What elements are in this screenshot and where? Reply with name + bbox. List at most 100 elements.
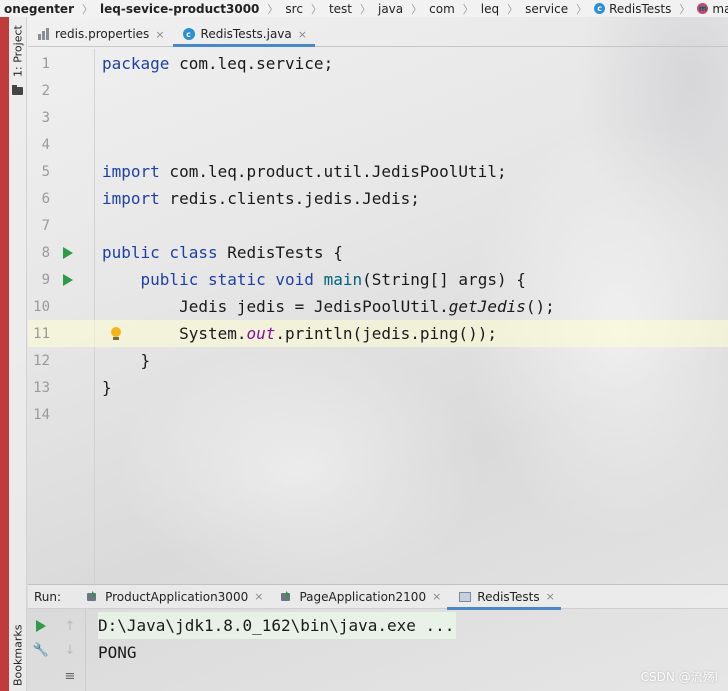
breadcrumb-item[interactable]: test	[325, 2, 354, 16]
console-line: PONG	[98, 643, 137, 662]
breadcrumb-label: leq-sevice-product3000	[100, 1, 260, 16]
breadcrumb-item[interactable]: onegenter	[0, 2, 76, 16]
folder-icon	[12, 85, 23, 95]
breadcrumb-label: src	[285, 1, 303, 16]
breadcrumb-separator: 〉	[462, 2, 474, 16]
breadcrumb-item[interactable]: service	[521, 2, 570, 16]
code-text: package com.leq.service;	[102, 54, 333, 73]
wrench-icon: 🔧	[32, 642, 50, 658]
scroll-down-button[interactable]: ↓	[61, 641, 79, 659]
line-number: 3	[41, 109, 50, 126]
code-line: 7	[28, 212, 728, 239]
line-number: 1	[41, 55, 50, 72]
breadcrumb-separator: 〉	[310, 2, 322, 16]
code-text: }	[102, 351, 151, 370]
breadcrumb-label: RedisTests	[609, 1, 672, 16]
code-token: com.leq.service;	[169, 54, 334, 73]
run-tab[interactable]: ProductApplication3000 ×	[75, 585, 269, 609]
code-text: public class RedisTests {	[102, 243, 343, 262]
code-text: }	[102, 378, 112, 397]
breadcrumb-item[interactable]: c RedisTests	[590, 2, 673, 16]
line-number: 5	[41, 163, 50, 180]
soft-wrap-button[interactable]: ≡	[61, 667, 79, 685]
line-number: 7	[41, 217, 50, 234]
run-tab-label: ProductApplication3000	[105, 589, 249, 604]
code-token: .println(jedis.ping());	[275, 324, 497, 343]
breadcrumb-item[interactable]: leq-sevice-product3000	[96, 2, 261, 16]
settings-button[interactable]: 🔧	[32, 641, 50, 659]
run-tab[interactable]: PageApplication2100 ×	[269, 585, 447, 609]
breadcrumb-item[interactable]: src	[281, 2, 305, 16]
line-number: 14	[33, 406, 50, 423]
code-text: System.out.println(jedis.ping());	[102, 324, 497, 343]
arrow-up-icon: ↑	[64, 618, 76, 634]
breadcrumb-label: leq	[480, 1, 500, 16]
properties-file-icon	[38, 28, 50, 40]
line-number: 10	[33, 298, 50, 315]
code-line: 4	[28, 131, 728, 158]
close-icon[interactable]: ×	[155, 28, 164, 41]
code-token: main	[323, 270, 363, 289]
code-text: public static void main(String[] args) {	[102, 270, 526, 289]
breadcrumb-label: test	[328, 1, 352, 16]
close-icon[interactable]: ×	[546, 590, 555, 603]
code-text: import com.leq.product.util.JedisPoolUti…	[102, 162, 507, 181]
code-text: import redis.clients.jedis.Jedis;	[102, 189, 420, 208]
java-class-icon: c	[182, 28, 195, 40]
close-icon[interactable]: ×	[254, 590, 263, 603]
line-number: 4	[41, 136, 50, 153]
run-icon[interactable]	[63, 273, 73, 286]
app-run-icon	[281, 591, 293, 602]
breadcrumb-label: java	[377, 1, 404, 16]
breadcrumb-separator: 〉	[679, 2, 691, 16]
line-number: 2	[41, 82, 50, 99]
code-token: import	[102, 162, 160, 181]
code-token: getJedis	[448, 297, 526, 316]
code-line: 9 public static void main(String[] args)…	[28, 266, 728, 293]
breadcrumb-item[interactable]: mmain	[693, 2, 728, 16]
breadcrumb-item[interactable]: leq	[477, 2, 501, 16]
breadcrumb-item[interactable]: java	[374, 2, 405, 16]
code-line: 12 }	[28, 347, 728, 374]
editor-tab[interactable]: redis.properties ×	[28, 22, 173, 46]
code-editor[interactable]: 1 package com.leq.service; 2 3 4 5 import com.…	[28, 49, 728, 584]
console-output[interactable]: D:\Java\jdk1.8.0_162\bin\java.exe ... PON…	[98, 612, 457, 666]
run-label: Run:	[34, 589, 62, 604]
close-icon[interactable]: ×	[432, 590, 441, 603]
line-number: 9	[41, 271, 50, 288]
code-token: (String[] args) {	[362, 270, 526, 289]
breadcrumb-item[interactable]: com	[425, 2, 457, 16]
code-token: package	[102, 54, 170, 73]
run-icon[interactable]	[63, 246, 73, 259]
scroll-up-button[interactable]: ↑	[61, 617, 79, 635]
project-tool-button[interactable]: 1: Project	[9, 23, 27, 79]
rerun-button[interactable]	[32, 617, 50, 635]
code-line: 6 import redis.clients.jedis.Jedis;	[28, 185, 728, 212]
editor-tabs: redis.properties × c RedisTests.java ×	[28, 22, 728, 47]
code-token: out	[246, 324, 276, 343]
code-text: Jedis jedis = JedisPoolUtil.getJedis();	[102, 297, 555, 316]
close-icon[interactable]: ×	[298, 28, 307, 41]
play-icon	[36, 620, 46, 632]
bookmarks-tool-button[interactable]: Bookmarks	[9, 620, 27, 690]
code-line: 1 package com.leq.service;	[28, 50, 728, 77]
run-tabs: Run: ProductApplication3000 × PageApplicat…	[28, 584, 728, 610]
code-token: RedisTests {	[217, 243, 343, 262]
line-number: 11	[33, 325, 50, 342]
tool-window-strip: 1: Project	[9, 17, 27, 691]
code-token: System.	[102, 324, 247, 343]
breadcrumb-label: onegenter	[4, 1, 74, 16]
code-line: 10 Jedis jedis = JedisPoolUtil.getJedis(…	[28, 293, 728, 320]
left-edge-strip	[0, 17, 9, 691]
code-line: 14	[28, 401, 728, 428]
code-token: import	[102, 189, 160, 208]
code-line: 8 public class RedisTests {	[28, 239, 728, 266]
code-line: 2	[28, 77, 728, 104]
tab-label: redis.properties	[55, 27, 150, 41]
breadcrumb-separator: 〉	[411, 2, 423, 16]
editor-tab[interactable]: c RedisTests.java ×	[172, 22, 316, 47]
run-tab[interactable]: RedisTests ×	[447, 585, 561, 610]
breadcrumb-label: main	[712, 1, 728, 16]
console-line: D:\Java\jdk1.8.0_162\bin\java.exe ...	[98, 612, 457, 639]
